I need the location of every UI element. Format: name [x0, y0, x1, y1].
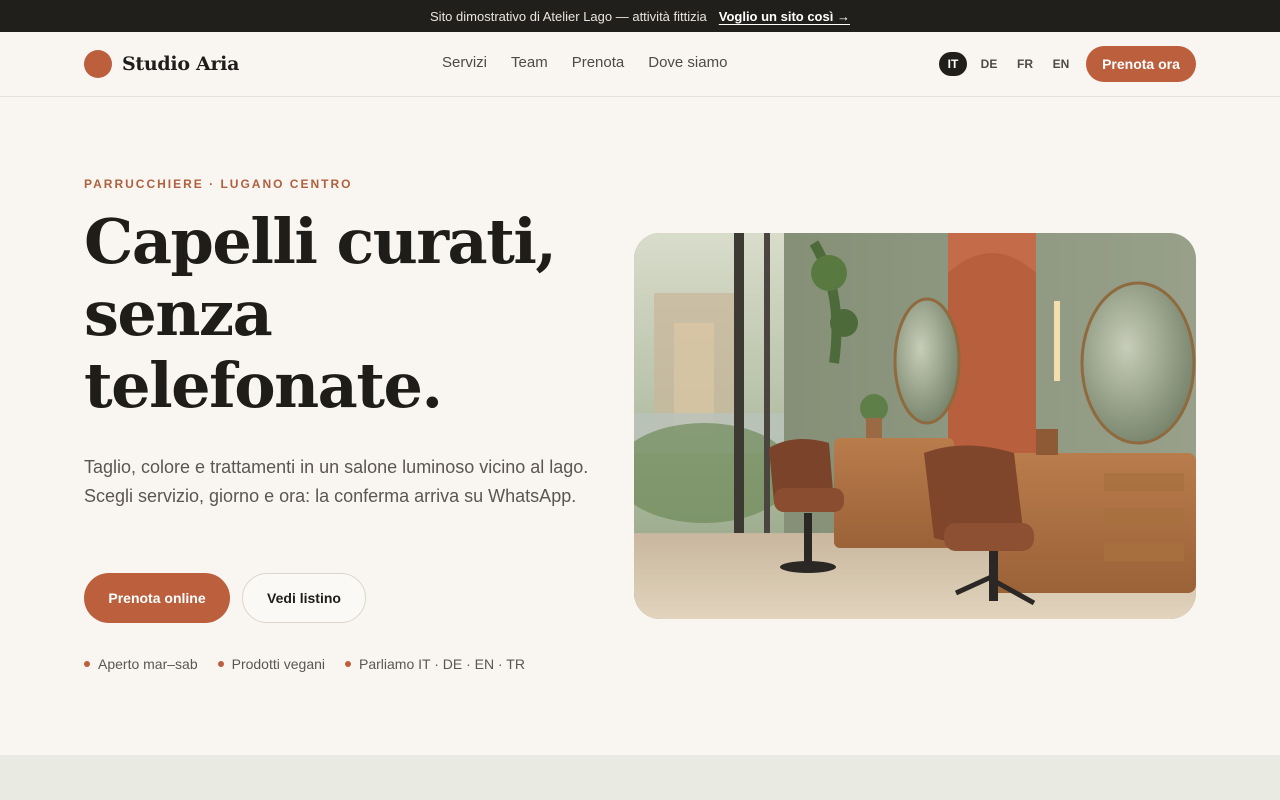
hero-lead: Taglio, colore e trattamenti in un salon…	[84, 457, 589, 506]
price-list-button[interactable]: Vedi listino	[242, 573, 366, 623]
menu-item-team[interactable]: Team	[511, 54, 548, 71]
feature-label: Prodotti vegani	[231, 656, 326, 672]
bullet-dot-icon	[84, 661, 90, 667]
menu-item-prenota[interactable]: Prenota	[572, 54, 625, 71]
brand-logo-icon	[84, 50, 112, 78]
bullet-dot-icon	[345, 661, 352, 667]
brand[interactable]: Studio Aria	[84, 50, 239, 78]
menu-item-dove-siamo[interactable]: Dove siamo	[648, 54, 727, 71]
hero-features: Aperto mar–sab Prodotti vegani Parliamo …	[84, 656, 525, 672]
book-now-button[interactable]: Prenota ora	[1086, 46, 1196, 82]
demo-banner: Sito dimostrativo di Atelier Lago — atti…	[0, 0, 1280, 32]
next-section-band	[0, 755, 1280, 800]
book-online-button[interactable]: Prenota online	[84, 573, 230, 623]
menu-item-servizi[interactable]: Servizi	[442, 54, 487, 71]
brand-name: Studio Aria	[122, 53, 240, 75]
hero-kicker: PARRUCCHIERE · LUGANO CENTRO	[84, 177, 353, 191]
feature-label: Parliamo IT · DE · EN · TR	[359, 656, 525, 672]
hero-headline: Capelli curati, senza telefonate.	[84, 206, 604, 422]
demo-banner-text: Sito dimostrativo di Atelier Lago — atti…	[430, 8, 707, 24]
site-header: Studio Aria Servizi Team Prenota Dove si…	[0, 32, 1280, 97]
feature-item: Prodotti vegani	[217, 656, 326, 672]
language-it[interactable]: IT	[939, 52, 967, 76]
feature-item: Aperto mar–sab	[84, 656, 198, 672]
language-switcher: IT DE FR EN	[939, 52, 1075, 76]
headline-line-2: senza	[84, 277, 273, 350]
main-menu: Servizi Team Prenota Dove siamo	[442, 54, 727, 71]
salon-interior-image	[634, 233, 1196, 619]
feature-label: Aperto mar–sab	[98, 656, 198, 672]
demo-banner-link[interactable]: Voglio un sito così →	[719, 9, 850, 24]
language-de[interactable]: DE	[975, 52, 1003, 76]
bullet-dot-icon	[217, 661, 224, 667]
language-fr[interactable]: FR	[1011, 52, 1039, 76]
language-en[interactable]: EN	[1047, 52, 1075, 76]
feature-item: Parliamo IT · DE · EN · TR	[345, 656, 525, 672]
headline-line-1: Capelli curati,	[84, 205, 557, 278]
headline-line-3: telefonate.	[84, 349, 443, 422]
